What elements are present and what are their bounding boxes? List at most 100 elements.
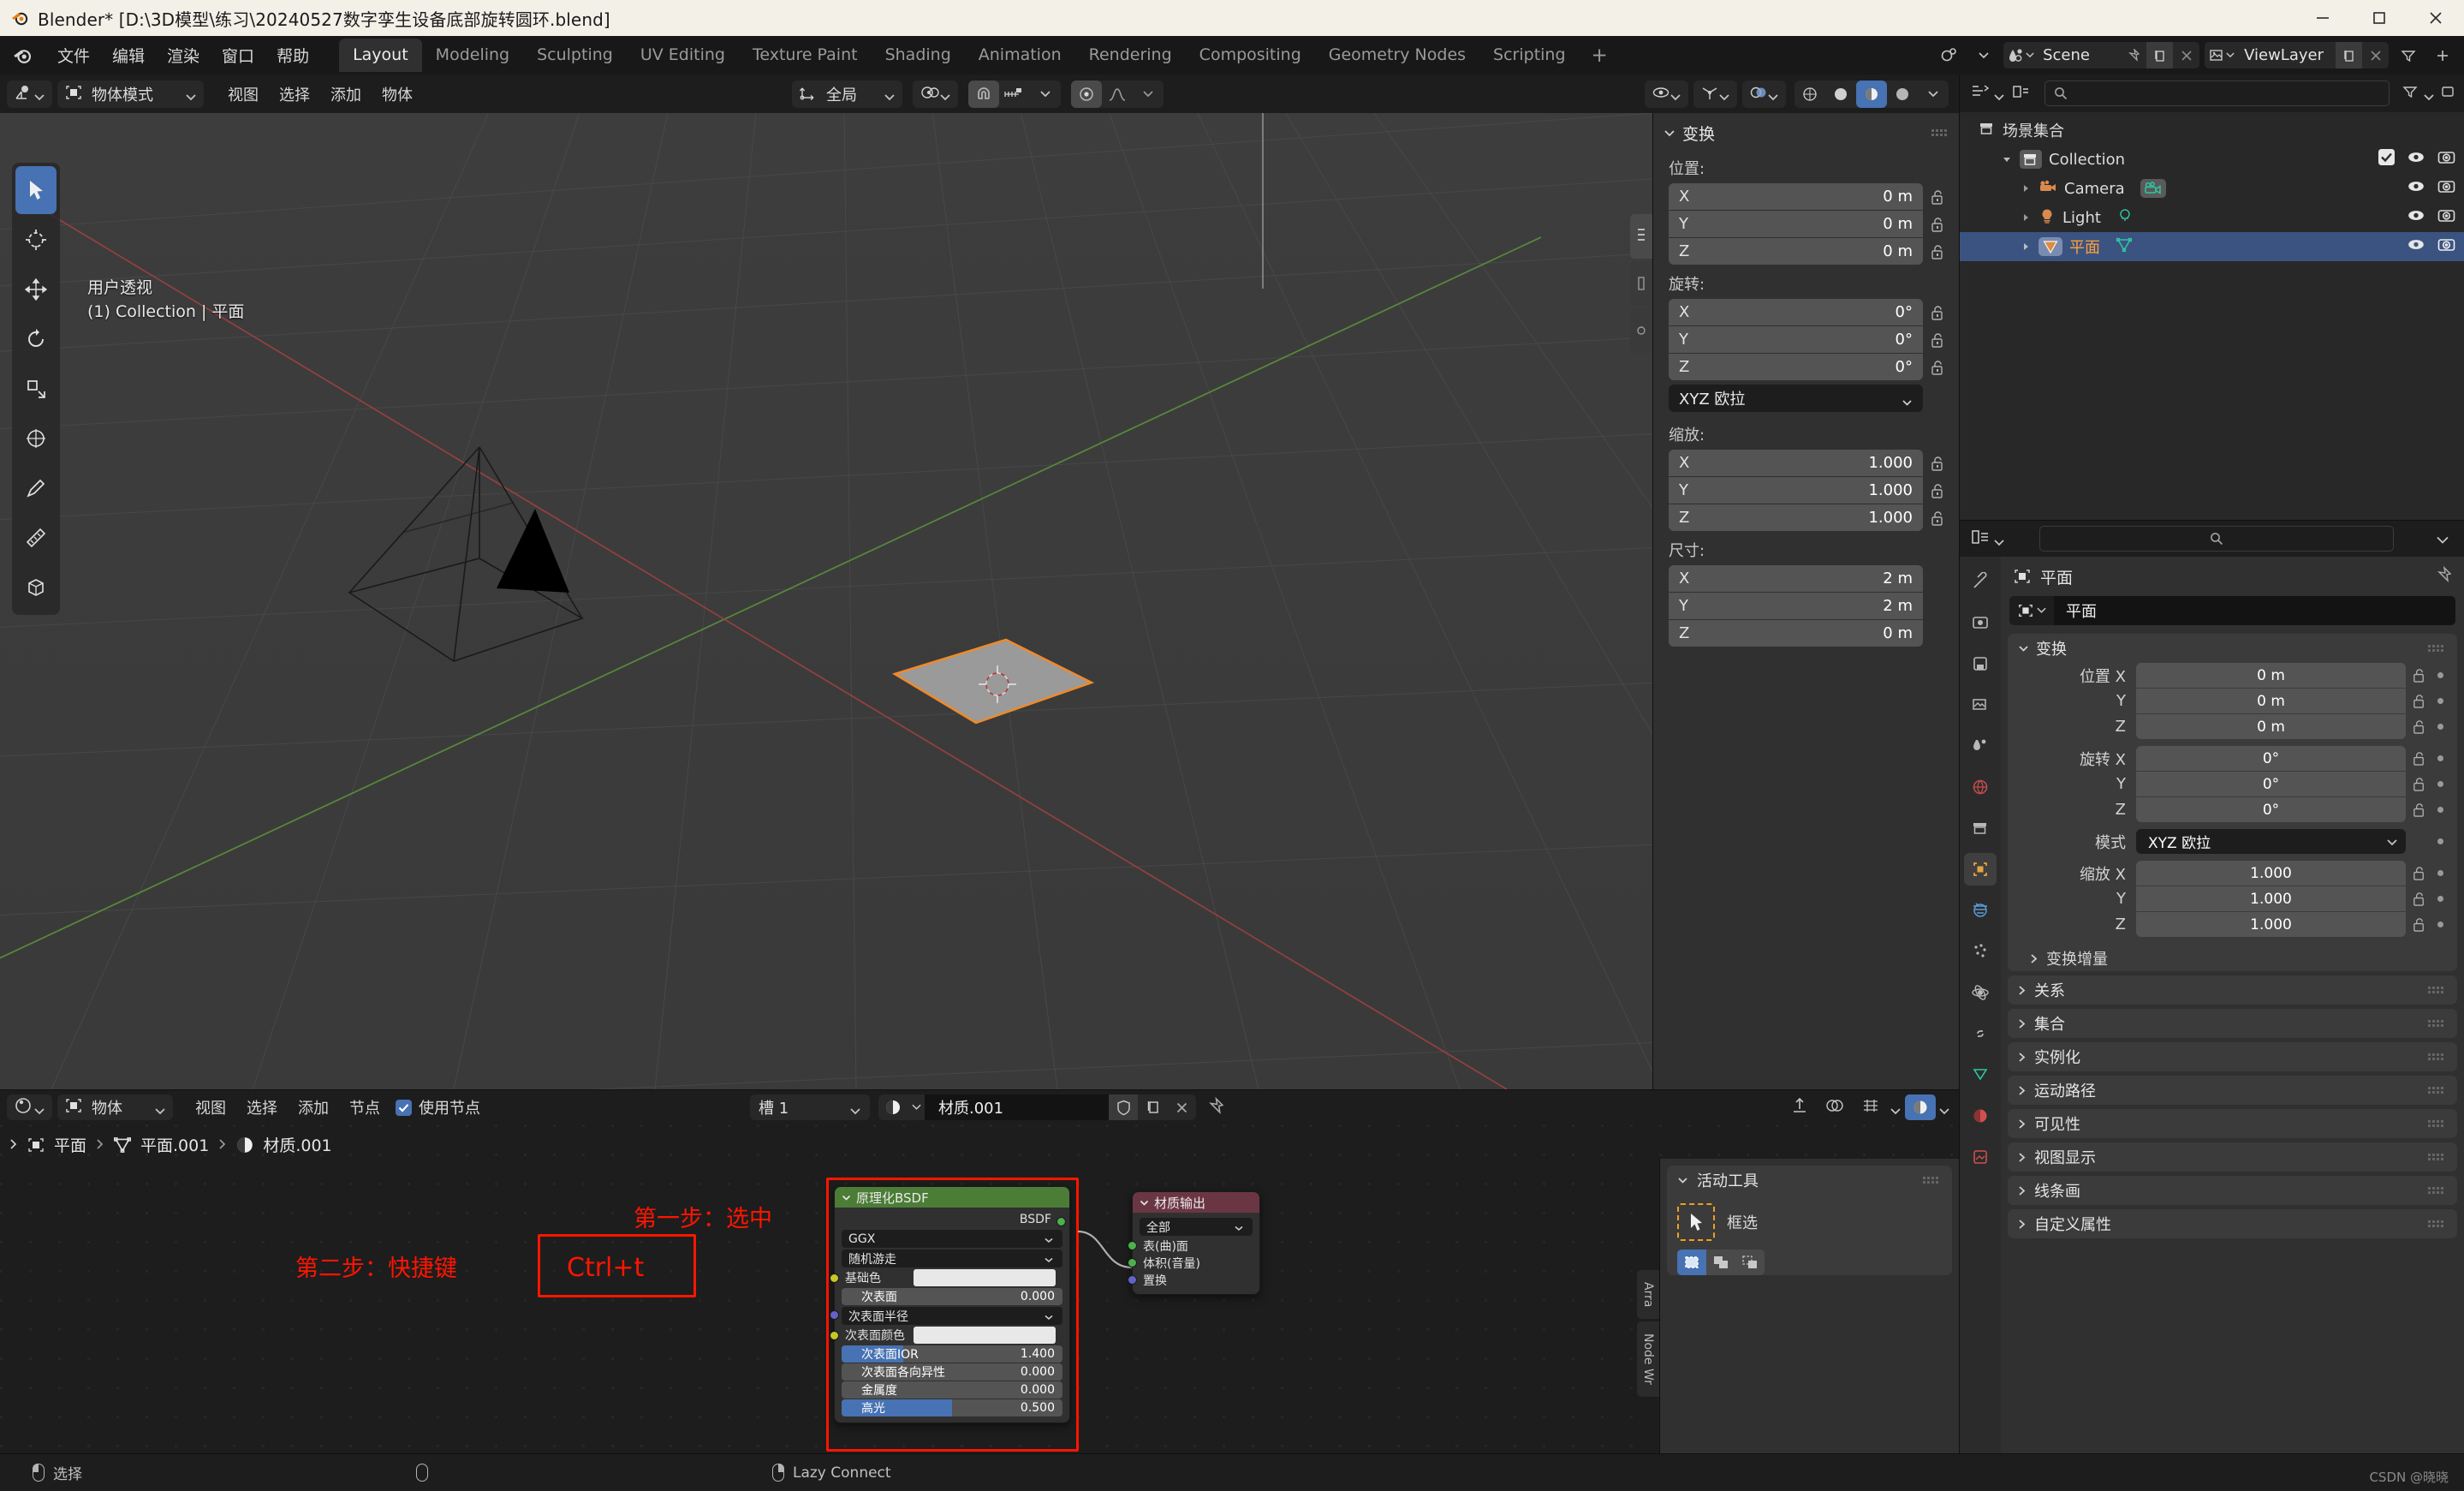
outliner-row-scene-collection[interactable]: 场景集合	[1960, 116, 2464, 145]
animate-property-dot[interactable]	[2431, 870, 2449, 876]
panel-visibility[interactable]: 可见性	[2008, 1109, 2457, 1138]
transform-panel-header[interactable]: 变换	[2008, 634, 2457, 663]
panel-custom-properties[interactable]: 自定义属性	[2008, 1209, 2457, 1238]
extend-select-mode-button[interactable]	[1706, 1249, 1735, 1275]
animate-property-dot[interactable]	[2431, 755, 2449, 761]
unlink-scene-icon[interactable]	[2173, 42, 2199, 69]
camera-render-icon[interactable]	[2437, 237, 2455, 257]
solid-shading-button[interactable]	[1825, 81, 1856, 108]
camera-render-icon[interactable]	[2437, 208, 2455, 228]
chevron-right-icon[interactable]	[9, 1136, 18, 1154]
tab-world[interactable]	[1964, 771, 1997, 803]
shader-menu-view[interactable]: 视图	[185, 1093, 236, 1122]
node-material-output[interactable]: 材质输出 全部 表(曲)面 体积(音量) 置换	[1128, 1191, 1260, 1295]
transform-tool-button[interactable]	[15, 414, 57, 462]
unlink-material-icon[interactable]	[1167, 1094, 1196, 1120]
animate-property-dot[interactable]	[2431, 672, 2449, 678]
filter-icon[interactable]	[2394, 42, 2423, 69]
mesh-data-icon[interactable]	[2116, 237, 2133, 257]
animate-property-dot[interactable]	[2431, 781, 2449, 787]
disclosure-triangle-icon[interactable]	[2016, 242, 2035, 252]
lock-icon[interactable]	[1923, 359, 1952, 376]
tweak-select-tool-button[interactable]	[15, 166, 57, 214]
dimensions-z-row[interactable]: Z 0 m	[1653, 620, 1959, 647]
3d-viewport[interactable]: 用户透视 (1) Collection | 平面 变换 位置: X 0 m Y …	[0, 113, 1959, 1089]
node-subsurface-method-dropdown[interactable]: 随机游走	[842, 1249, 1062, 1267]
chevron-down-icon[interactable]	[1133, 81, 1164, 108]
npanel-tab-view[interactable]	[1630, 308, 1652, 353]
render-engine-icon[interactable]	[1935, 42, 1964, 69]
panel-header[interactable]: 可见性	[2008, 1109, 2457, 1138]
rendered-shading-button[interactable]	[1887, 81, 1918, 108]
location-z-row[interactable]: Z 0 m	[1653, 238, 1959, 265]
node-input-base-color[interactable]: 基础色	[830, 1269, 1062, 1286]
panel-viewport-display[interactable]: 视图显示	[2008, 1142, 2457, 1172]
lock-icon[interactable]	[2406, 667, 2431, 683]
material-icon[interactable]	[878, 1094, 908, 1120]
lock-icon[interactable]	[2406, 719, 2431, 735]
node-input-metallic[interactable]: 金属度 0.000	[842, 1381, 1062, 1399]
shader-type-selector[interactable]: 物体	[57, 1094, 173, 1120]
node-input-displacement[interactable]: 置换	[1128, 1272, 1259, 1289]
material-preview-toggle[interactable]	[1905, 1094, 1936, 1120]
copy-material-icon[interactable]	[1138, 1094, 1167, 1120]
properties-rotation-mode-row[interactable]: 模式 XYZ 欧拉	[2008, 829, 2457, 854]
tab-uv-editing[interactable]: UV Editing	[627, 39, 739, 72]
outliner-row-camera[interactable]: Camera	[1960, 174, 2464, 203]
lock-icon[interactable]	[2406, 916, 2431, 933]
collection-checkbox[interactable]	[2378, 149, 2395, 170]
maximize-button[interactable]	[2351, 0, 2407, 36]
outliner-row-plane[interactable]: 平面	[1960, 232, 2464, 261]
tab-viewlayer[interactable]	[1964, 689, 1997, 721]
socket-vector[interactable]	[1128, 1275, 1137, 1285]
location-x-row[interactable]: X 0 m	[1653, 183, 1959, 210]
chevron-down-icon[interactable]	[1994, 88, 2005, 100]
chevron-down-icon[interactable]	[1939, 1102, 1950, 1114]
row-value[interactable]: 1.000	[2136, 912, 2406, 937]
viewport-menu-select[interactable]: 选择	[269, 80, 320, 109]
proportional-editing-toggle[interactable]	[1071, 80, 1102, 108]
scale-tool-button[interactable]	[15, 365, 57, 413]
add-cube-tool-button[interactable]	[15, 564, 57, 611]
rotation-x-row[interactable]: X 0°	[1653, 299, 1959, 325]
panel-collections[interactable]: 集合	[2008, 1009, 2457, 1038]
tab-sculpting[interactable]: Sculpting	[523, 39, 627, 72]
eye-icon[interactable]	[2407, 208, 2425, 227]
tab-physics[interactable]	[1964, 976, 1997, 1009]
menu-help[interactable]: 帮助	[265, 40, 320, 70]
eye-icon[interactable]	[2407, 150, 2425, 169]
chevron-down-icon[interactable]	[1994, 534, 2005, 546]
chevron-down-icon[interactable]	[1969, 42, 1998, 69]
row-value[interactable]: 0 m	[2136, 689, 2406, 713]
pin-icon[interactable]	[2120, 42, 2146, 69]
camera-render-icon[interactable]	[2437, 179, 2455, 199]
sidebar-tab-arrange[interactable]: Arra	[1637, 1270, 1659, 1320]
lock-icon[interactable]	[1923, 188, 1952, 206]
animate-property-dot[interactable]	[2431, 921, 2449, 927]
properties-search-input[interactable]	[2039, 526, 2394, 552]
tab-tool[interactable]	[1964, 565, 1997, 598]
panel-header[interactable]: 自定义属性	[2008, 1209, 2457, 1238]
editor-type-selector[interactable]	[7, 1094, 52, 1120]
camera-data-icon[interactable]	[2140, 179, 2166, 198]
scene-name[interactable]: Scene	[2038, 46, 2120, 64]
color-swatch[interactable]	[914, 1269, 1056, 1286]
lock-icon[interactable]	[1923, 331, 1952, 349]
scale-x-row[interactable]: X 1.000	[1653, 450, 1959, 476]
outliner-row-light[interactable]: Light	[1960, 203, 2464, 232]
panel-relations[interactable]: 关系	[2008, 975, 2457, 1005]
add-workspace-button[interactable]: +	[1580, 45, 1620, 67]
sidebar-tab-node-wrangler[interactable]: Node Wr	[1637, 1321, 1659, 1398]
use-nodes-checkbox[interactable]: 使用节点	[396, 1096, 480, 1118]
socket-shader[interactable]	[1056, 1216, 1066, 1226]
new-scene-icon[interactable]	[2146, 42, 2174, 69]
row-value[interactable]: 0°	[2136, 772, 2406, 796]
lock-icon[interactable]	[1923, 216, 1952, 233]
shader-menu-select[interactable]: 选择	[236, 1093, 288, 1122]
node-canvas[interactable]: 平面 平面.001 材质.001 第一步：选中 第二步：快捷键 Ctrl+t 原…	[0, 1124, 1959, 1453]
transform-panel-header[interactable]: 变换	[1653, 113, 1959, 150]
tab-material[interactable]	[1964, 1100, 1997, 1132]
animate-property-dot[interactable]	[2431, 838, 2449, 844]
socket-vector[interactable]	[830, 1310, 839, 1320]
outliner-new-collection-icon[interactable]	[2440, 84, 2457, 103]
